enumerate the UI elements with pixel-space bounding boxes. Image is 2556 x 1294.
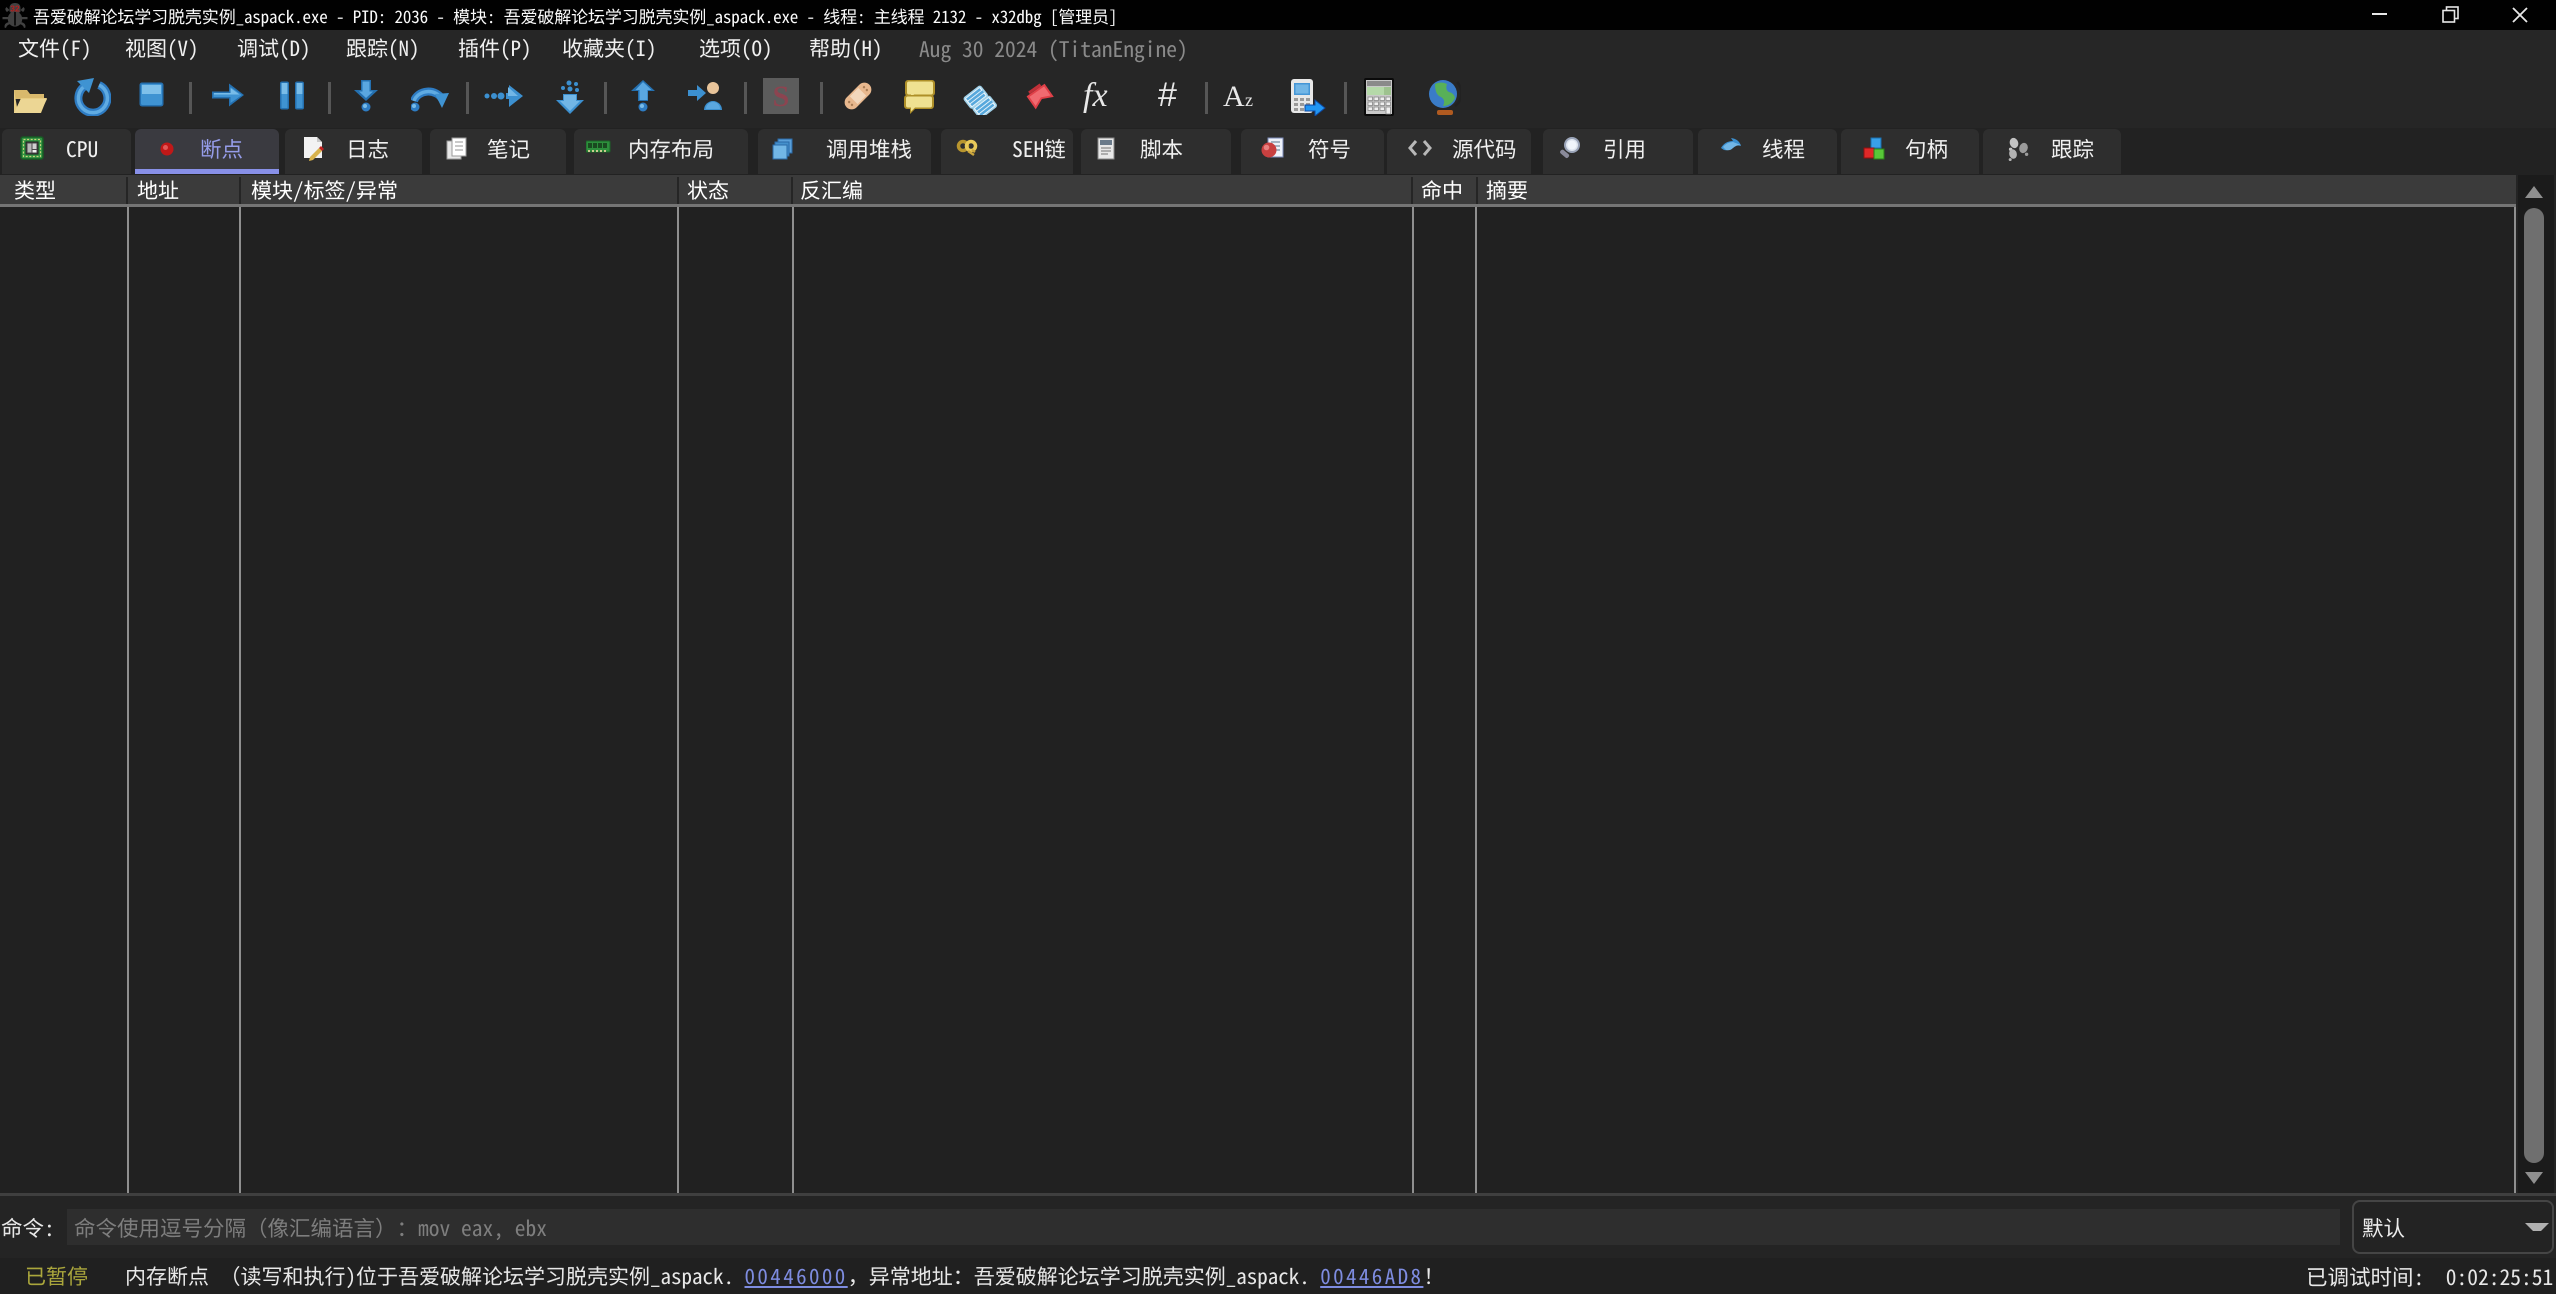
svg-text:32: 32 [10, 4, 20, 14]
svg-text:z: z [1245, 90, 1253, 110]
svg-text:#: # [1158, 79, 1177, 113]
svg-text:S: S [773, 80, 790, 113]
svg-text:A: A [1223, 80, 1245, 112]
svg-text:fx: fx [1083, 79, 1108, 113]
